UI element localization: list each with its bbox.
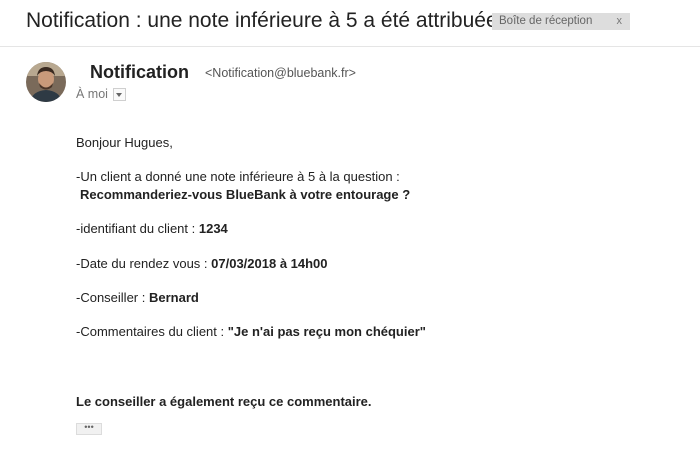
show-trimmed-content-button[interactable]: ••• [76, 423, 102, 435]
advisor-notice: Le conseiller a également reçu ce commen… [76, 394, 372, 409]
avatar [26, 62, 66, 102]
advisor-label: -Conseiller : [76, 290, 149, 305]
appointment-date-line: -Date du rendez vous : 07/03/2018 à 14h0… [76, 256, 328, 271]
client-id-label: -identifiant du client : [76, 221, 199, 236]
greeting: Bonjour Hugues, [76, 135, 173, 150]
email-subject: Notification : une note inférieure à 5 a… [26, 9, 498, 32]
appointment-date-value: 07/03/2018 à 14h00 [211, 256, 328, 271]
remove-label-icon[interactable]: x [617, 13, 623, 30]
advisor-line: -Conseiller : Bernard [76, 290, 199, 305]
advisor-value: Bernard [148, 290, 199, 305]
sender-email: <Notification@bluebank.fr> [205, 66, 356, 80]
client-comment-label: -Commentaires du client : [76, 324, 228, 339]
client-comment-line: -Commentaires du client : "Je n'ai pas r… [76, 324, 426, 339]
appointment-date-label: -Date du rendez vous : [76, 256, 212, 271]
subject-bar: Notification : une note inférieure à 5 a… [0, 0, 700, 47]
sender-name[interactable]: Notification [90, 62, 189, 83]
client-id-line: -identifiant du client : 1234 [76, 221, 228, 236]
client-id-value: 1234 [198, 221, 228, 236]
inbox-label-chip[interactable]: Boîte de réception x [492, 13, 630, 30]
question-intro: -Un client a donné une note inférieure à… [76, 169, 400, 184]
email-view: Notification : une note inférieure à 5 a… [0, 0, 700, 449]
recipient-details-dropdown-icon[interactable] [112, 87, 126, 101]
recipient-line: À moi [76, 87, 126, 101]
survey-question: Recommanderiez-vous BlueBank à votre ent… [80, 187, 411, 202]
inbox-label-text: Boîte de réception [499, 15, 593, 27]
client-comment-value: "Je n'ai pas reçu mon chéquier" [227, 324, 426, 339]
recipient-label: À moi [76, 87, 108, 101]
